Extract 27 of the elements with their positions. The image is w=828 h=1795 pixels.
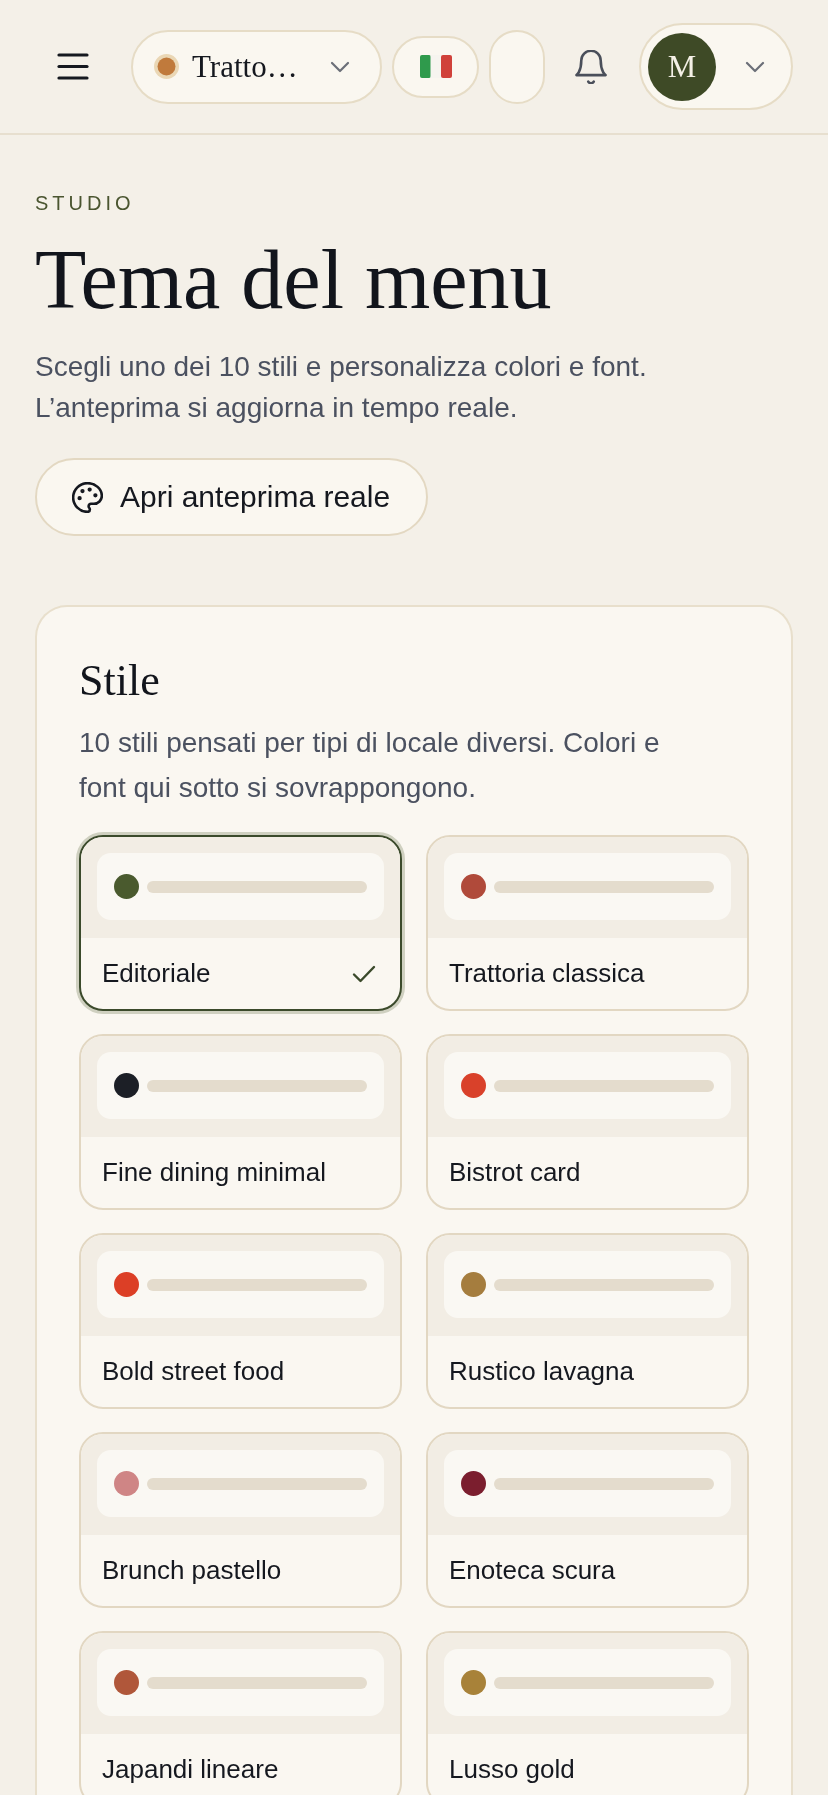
style-option[interactable]: Japandi lineare — [79, 1631, 402, 1795]
bell-icon — [575, 49, 607, 84]
check-icon — [352, 964, 376, 983]
user-avatar: M — [648, 32, 716, 101]
flag-icon — [419, 55, 452, 78]
style-option[interactable]: Lusso gold — [426, 1631, 749, 1795]
restaurant-selector[interactable]: Tratto… — [131, 29, 382, 104]
restaurant-dot-icon — [154, 54, 179, 79]
style-option[interactable]: Fine dining minimal — [79, 1034, 402, 1210]
style-option[interactable]: Editoriale — [79, 835, 402, 1011]
account-menu-button[interactable]: M — [639, 23, 793, 110]
open-preview-button[interactable]: Apri anteprima reale — [35, 458, 429, 536]
section-eyebrow: STUDIO — [35, 191, 135, 215]
menu-icon — [57, 53, 89, 80]
page-title: Tema del menu — [35, 232, 552, 327]
card-description: 10 stili pensati per tipi di locale diversi. Colori e font qui sotto si sovrappongono. — [79, 726, 661, 805]
style-option[interactable]: Rustico lavagna — [426, 1233, 749, 1409]
palette-icon — [72, 481, 103, 513]
style-option[interactable]: Enoteca scura — [426, 1432, 749, 1608]
style-option[interactable]: Trattoria classica — [426, 835, 749, 1011]
style-option[interactable]: Brunch pastello — [79, 1432, 402, 1608]
style-option[interactable]: Bistrot card — [426, 1034, 749, 1210]
page-description: Scegli uno dei 10 stili e personalizza colori e font. L’anteprima si aggiorna in tempo reale. — [35, 350, 648, 425]
chevron-down-icon — [330, 60, 350, 73]
card-title: Stile — [79, 655, 160, 707]
chevron-down-icon — [745, 60, 765, 73]
style-option[interactable]: Bold street food — [79, 1233, 402, 1409]
